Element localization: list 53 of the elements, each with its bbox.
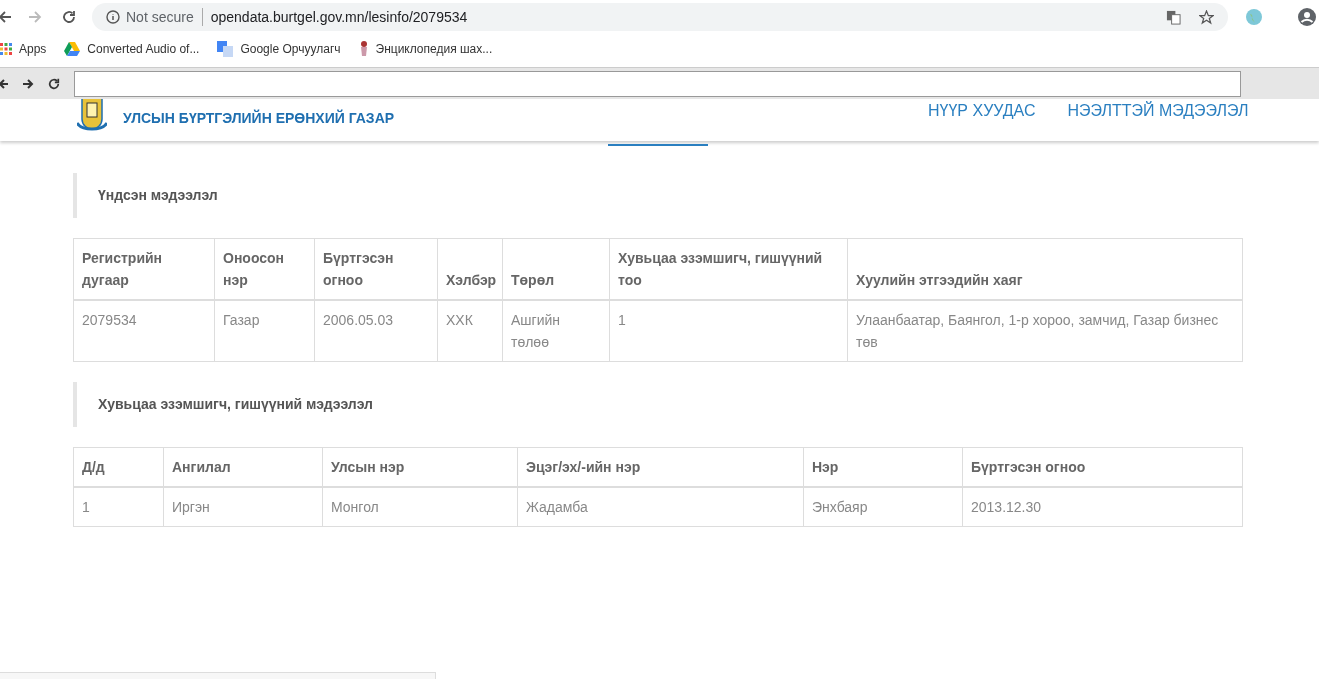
apps-grid-icon <box>0 43 12 55</box>
column-header: Ангилал <box>163 447 323 487</box>
column-header: Хуулийн этгээдийн хаяг <box>847 238 1243 300</box>
table-cell: ХХК <box>437 300 503 362</box>
table-cell: 1 <box>609 300 848 362</box>
column-header: Төрөл <box>502 238 610 300</box>
table-cell: 2079534 <box>73 300 215 362</box>
column-header: Нэр <box>803 447 963 487</box>
table-cell: 1 <box>73 487 164 527</box>
column-header: Регистрийн дугаар <box>73 238 215 300</box>
figure-icon <box>358 41 369 57</box>
column-header: Бүртгэсэн огноо <box>962 447 1243 487</box>
bookmark[interactable]: Энциклопедия шах... <box>358 40 493 58</box>
reload-icon[interactable] <box>48 77 60 90</box>
forward-icon[interactable] <box>22 77 34 90</box>
security-label: Not secure <box>126 7 194 27</box>
url-text: opendata.burtgel.gov.mn/lesinfo/2079534 <box>210 7 468 27</box>
nav-link[interactable]: НЭЭЛТТЭЙ МЭДЭЭЛЭЛ <box>1067 99 1249 123</box>
translate-icon <box>217 41 234 57</box>
table-cell: Ашгийн төлөө <box>502 300 610 362</box>
column-header: Хувьцаа эзэмшигч, гишүүний тоо <box>609 238 848 300</box>
table-cell: Монгол <box>322 487 518 527</box>
table-cell: Иргэн <box>163 487 323 527</box>
emblem-icon <box>77 99 107 133</box>
table-cell: Энхбаяр <box>803 487 963 527</box>
table-cell: Улаанбаатар, Баянгол, 1-р хороо, замчид, Газар бизнес төв <box>847 300 1243 362</box>
back-icon[interactable] <box>0 77 8 90</box>
triangle-icon <box>64 42 81 56</box>
address-bar[interactable]: Not secure opendata.burtgel.gov.mn/lesinfo/2079534 <box>92 3 1228 31</box>
input-field[interactable] <box>74 70 1241 97</box>
bookmark[interactable]: Google Орчуулагч <box>217 40 341 58</box>
account-icon[interactable] <box>1298 8 1316 26</box>
column-header: Улсын нэр <box>322 447 518 487</box>
column-header: Оноосон нэр <box>214 238 315 300</box>
column-header: Хэлбэр <box>437 238 503 300</box>
bookmark[interactable]: Converted Audio of... <box>64 40 200 58</box>
star-icon[interactable] <box>1199 9 1214 25</box>
table-cell: 2013.12.30 <box>962 487 1243 527</box>
table-cell: 2006.05.03 <box>314 300 438 362</box>
section-heading: Үндсэн мэдээлэл <box>73 173 1316 218</box>
nav-link[interactable]: НҮҮР ХУУДАС <box>928 99 1036 123</box>
table-cell: Газар <box>214 300 315 362</box>
column-header: Эцэг/эх/-ийн нэр <box>517 447 804 487</box>
bookmark[interactable]: Apps <box>0 40 47 58</box>
info-icon <box>106 10 120 24</box>
section-heading: Хувьцаа эзэмшигч, гишүүний мэдээлэл <box>73 382 1316 427</box>
table-cell: Жадамба <box>517 487 804 527</box>
column-header: Д/д <box>73 447 164 487</box>
site-title: УЛСЫН БҮРТГЭЛИЙН ЕРӨНХИЙ ГАЗАР <box>123 108 395 128</box>
column-header: Бүртгэсэн огноо <box>314 238 438 300</box>
reload-icon[interactable] <box>62 10 76 24</box>
translate-icon[interactable] <box>1166 9 1181 25</box>
back-icon[interactable] <box>0 10 12 24</box>
